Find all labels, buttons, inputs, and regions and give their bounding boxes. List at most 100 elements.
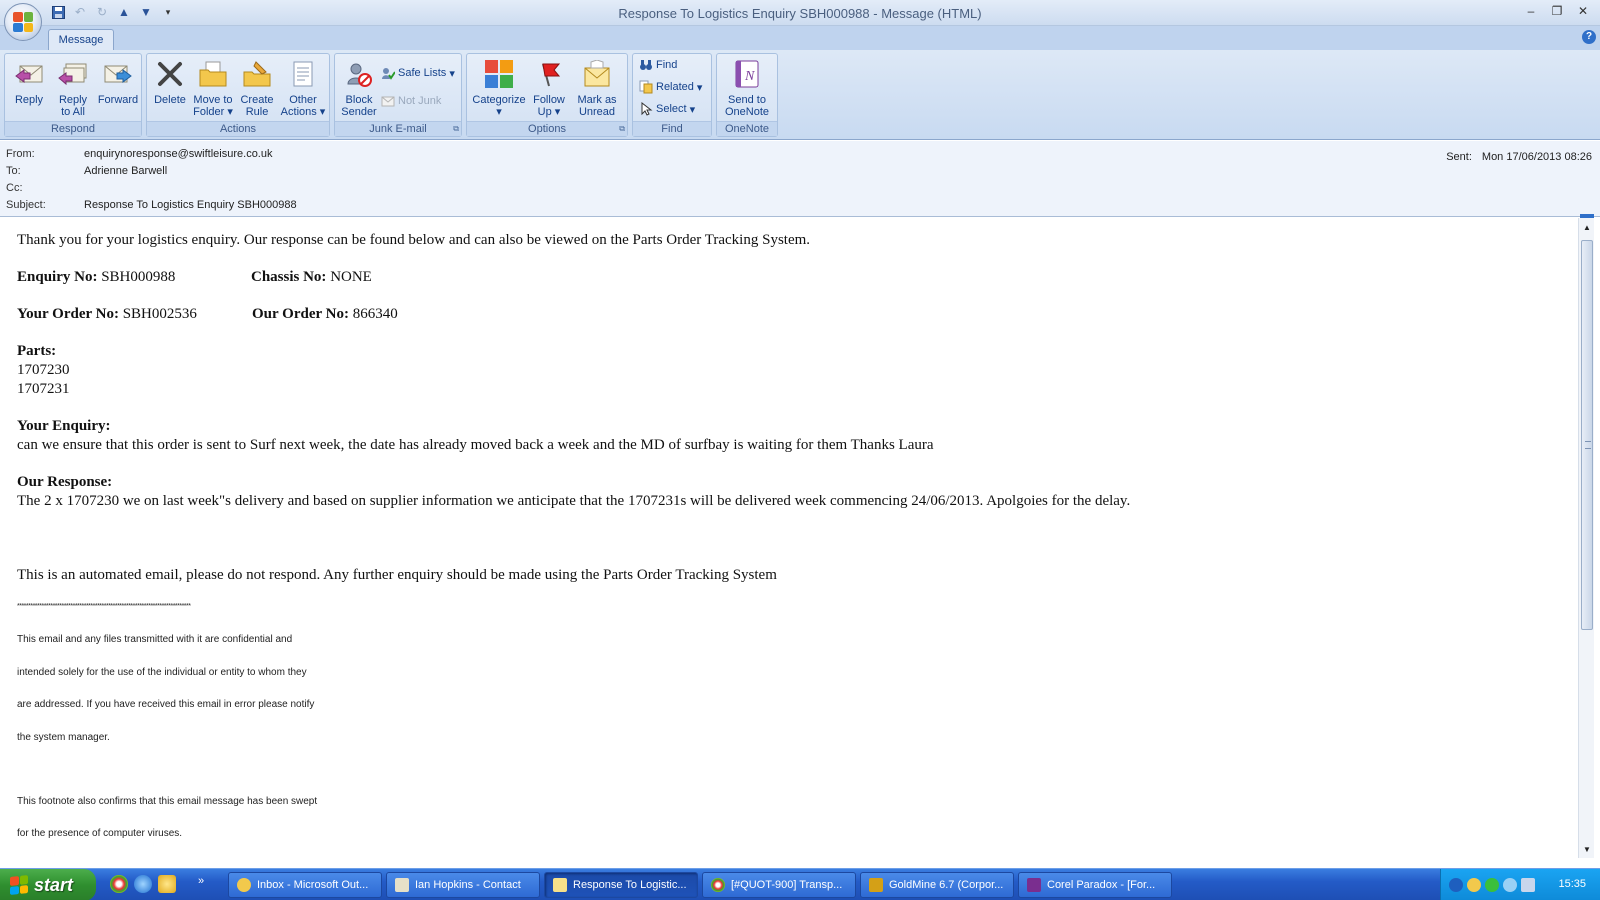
delete-icon xyxy=(154,58,186,90)
sent-label: Sent: xyxy=(1446,151,1472,163)
create-rule-icon xyxy=(241,58,273,90)
taskbar-item-inbox[interactable]: Inbox - Microsoft Out... xyxy=(228,872,382,898)
select-button[interactable]: Select ▾ xyxy=(639,102,695,116)
sent-row: Sent: Mon 17/06/2013 08:26 xyxy=(1446,151,1592,163)
disclaimer-line: for the presence of computer viruses. xyxy=(17,828,183,839)
safe-lists-button[interactable]: Safe Lists ▾ xyxy=(381,66,455,80)
svg-text:N: N xyxy=(744,69,755,84)
chrome-icon[interactable] xyxy=(110,875,128,893)
junk-dialog-launcher-icon[interactable]: ⧉ xyxy=(453,124,459,134)
related-icon xyxy=(639,80,653,94)
group-onenote-label: OneNote xyxy=(717,121,777,136)
contact-card-icon xyxy=(395,878,409,892)
group-find-label: Find xyxy=(633,121,711,136)
windows-logo-icon xyxy=(10,875,28,895)
disclaimer-line: the system manager. xyxy=(17,732,110,743)
reply-icon xyxy=(13,58,45,90)
taskbar-item-response[interactable]: Response To Logistic... xyxy=(544,872,698,898)
enquiry-no-value: SBH000988 xyxy=(101,269,176,285)
flag-icon xyxy=(533,58,565,90)
create-rule-button[interactable]: Create Rule xyxy=(237,58,277,118)
goldmine-icon xyxy=(869,878,883,892)
taskbar-item-paradox[interactable]: Corel Paradox - [For... xyxy=(1018,872,1172,898)
our-order-value: 866340 xyxy=(352,306,398,322)
envelope-icon xyxy=(553,878,567,892)
office-button[interactable] xyxy=(4,3,42,41)
scroll-grip-icon xyxy=(1585,441,1591,449)
group-actions-label: Actions xyxy=(147,121,329,136)
outlook-icon[interactable] xyxy=(158,875,176,893)
quick-launch-overflow-icon[interactable]: » xyxy=(198,875,204,887)
reply-all-button[interactable]: Reply to All xyxy=(51,58,95,118)
related-button[interactable]: Related ▾ xyxy=(639,80,702,94)
block-sender-icon xyxy=(343,58,375,90)
split-handle[interactable] xyxy=(1580,214,1594,218)
block-sender-button[interactable]: Block Sender xyxy=(339,58,379,118)
office-logo-icon xyxy=(13,12,33,32)
your-enquiry-text: can we ensure that this order is sent to… xyxy=(17,437,934,453)
restore-icon[interactable]: ❐ xyxy=(1546,2,1568,20)
chrome-icon xyxy=(711,878,725,892)
scroll-thumb[interactable] xyxy=(1581,240,1593,630)
to-value[interactable]: Adrienne Barwell xyxy=(84,165,167,177)
taskbar-item-goldmine[interactable]: GoldMine 6.7 (Corpor... xyxy=(860,872,1014,898)
delete-button[interactable]: Delete xyxy=(151,58,189,106)
tab-message[interactable]: Message xyxy=(48,29,114,50)
close-icon[interactable]: ✕ xyxy=(1572,2,1594,20)
send-to-onenote-button[interactable]: N Send to OneNote xyxy=(719,58,775,118)
enquiry-no-line: Enquiry No: SBH000988 xyxy=(17,269,175,286)
other-actions-button[interactable]: Other Actions ▾ xyxy=(279,58,327,118)
taskbar-item-quot[interactable]: [#QUOT-900] Transp... xyxy=(702,872,856,898)
part-item: 1707231 xyxy=(17,381,70,397)
not-junk-button[interactable]: Not Junk xyxy=(381,94,441,108)
your-order-value: SBH002536 xyxy=(122,306,197,322)
clock[interactable]: 15:35 xyxy=(1558,878,1586,890)
other-actions-icon xyxy=(287,58,319,90)
forward-icon xyxy=(102,58,134,90)
scroll-up-icon[interactable]: ▲ xyxy=(1579,220,1595,236)
chassis-no-value: NONE xyxy=(330,269,372,285)
ribbon: Reply Reply to All Forward Respond Delet… xyxy=(0,50,1600,140)
help-icon[interactable]: ? xyxy=(1582,30,1596,44)
find-button[interactable]: Find xyxy=(639,58,677,72)
forward-button[interactable]: Forward xyxy=(95,58,141,106)
reply-all-icon xyxy=(57,58,89,90)
window-title: Response To Logistics Enquiry SBH000988 … xyxy=(618,6,982,21)
group-respond: Reply Reply to All Forward Respond xyxy=(4,53,142,137)
disclaimer-line: This email and any files transmitted wit… xyxy=(17,634,293,645)
categorize-icon xyxy=(483,58,515,90)
scroll-down-icon[interactable]: ▼ xyxy=(1579,842,1595,858)
categorize-button[interactable]: Categorize ▾ xyxy=(469,58,529,118)
minimize-icon[interactable]: – xyxy=(1520,2,1542,20)
vertical-scrollbar[interactable]: ▲ ▼ xyxy=(1578,214,1595,858)
options-dialog-launcher-icon[interactable]: ⧉ xyxy=(619,124,625,134)
reply-button[interactable]: Reply xyxy=(9,58,49,106)
move-to-folder-button[interactable]: Move to Folder ▾ xyxy=(189,58,237,118)
chassis-no-line: Chassis No: NONE xyxy=(251,269,372,286)
taskbar-item-contact[interactable]: Ian Hopkins - Contact xyxy=(386,872,540,898)
tray-monitor-icon[interactable] xyxy=(1521,878,1535,892)
tray-network-icon[interactable] xyxy=(1503,878,1517,892)
cc-row: Cc: xyxy=(6,182,84,194)
group-options-label: Options xyxy=(467,121,627,136)
disclaimer-line: are addressed. If you have received this… xyxy=(17,699,315,710)
cc-label: Cc: xyxy=(6,182,23,194)
mark-as-unread-button[interactable]: Mark as Unread xyxy=(569,58,625,118)
tray-expand-icon[interactable] xyxy=(1449,878,1463,892)
tray-outlook-icon[interactable] xyxy=(1467,878,1481,892)
tray-status-icon[interactable] xyxy=(1485,878,1499,892)
binoculars-icon xyxy=(639,58,653,72)
start-button[interactable]: start xyxy=(0,869,96,900)
ribbon-tabstrip: Message ? xyxy=(0,26,1600,50)
our-response-text: The 2 x 1707230 we on last week"s delive… xyxy=(17,493,1131,509)
from-value[interactable]: enquirynoresponse@swiftleisure.co.uk xyxy=(84,148,272,160)
internet-explorer-icon[interactable] xyxy=(134,875,152,893)
group-junk-email: Block Sender Safe Lists ▾ Not Junk Junk E… xyxy=(334,53,462,137)
from-row: From: enquirynoresponse@swiftleisure.co.… xyxy=(6,148,272,160)
message-body[interactable]: Thank you for your logistics enquiry. Ou… xyxy=(0,218,1578,858)
enquiry-no-label: Enquiry No: xyxy=(17,269,98,285)
folder-icon xyxy=(197,58,229,90)
follow-up-button[interactable]: Follow Up ▾ xyxy=(529,58,569,118)
group-onenote: N Send to OneNote OneNote xyxy=(716,53,778,137)
not-junk-icon xyxy=(381,94,395,108)
